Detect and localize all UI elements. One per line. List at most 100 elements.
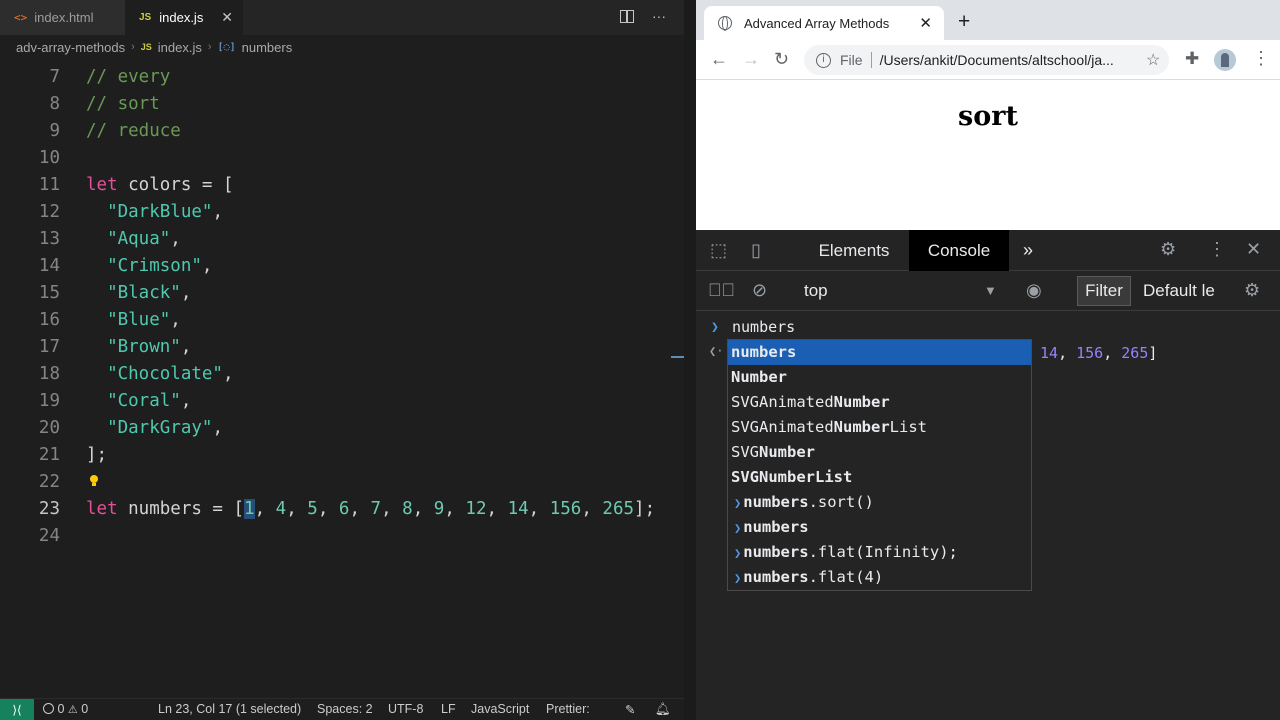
autocomplete-item[interactable]: SVGNumber <box>728 440 1031 465</box>
address-bar[interactable]: i File /Users/ankit/Documents/altschool/… <box>804 45 1169 75</box>
forward-icon[interactable]: → <box>742 49 760 70</box>
close-icon[interactable]: ✕ <box>221 9 233 26</box>
line-number: 11 <box>38 175 60 195</box>
gear-icon[interactable]: ⚙ <box>1244 280 1260 301</box>
tab-console[interactable]: Console <box>909 230 1009 271</box>
lightbulb-icon[interactable] <box>89 475 99 488</box>
code-line: 14 "Crimson", <box>0 253 684 280</box>
breadcrumb-file[interactable]: index.js <box>158 40 202 55</box>
autocomplete-item[interactable]: ❯ numbers.sort() <box>728 490 1031 515</box>
line-number: 20 <box>38 418 60 438</box>
number-literal: 6 <box>338 499 350 519</box>
back-icon[interactable]: ← <box>710 49 728 70</box>
dropdown-arrow-icon[interactable]: ▼ <box>984 283 997 298</box>
scrollbar-marker <box>671 356 684 358</box>
more-tabs-icon[interactable]: » <box>1023 240 1033 261</box>
autocomplete-item[interactable]: numbers <box>728 340 1031 365</box>
line-number: 17 <box>38 337 60 357</box>
code-line: 24 <box>0 523 684 550</box>
string-literal: "Blue" <box>107 310 171 330</box>
line-number: 8 <box>49 94 60 114</box>
code-text: , <box>180 337 192 357</box>
code-editor[interactable]: 7 // every 8 // sort 9 // reduce 10 11 let c… <box>0 64 684 550</box>
kebab-menu-icon[interactable]: ⋮ <box>1208 239 1226 260</box>
number-literal: 12 <box>465 499 487 519</box>
code-text: colors = [ <box>117 175 234 195</box>
number-literal: 7 <box>370 499 382 519</box>
menu-icon[interactable]: ⋮ <box>1252 48 1270 69</box>
code-text: numbers = [ <box>117 499 245 519</box>
line-number: 23 <box>38 499 60 519</box>
close-icon[interactable]: ✕ <box>1246 239 1261 260</box>
filter-input[interactable]: Filter <box>1077 276 1131 306</box>
string-literal: "Chocolate" <box>107 364 223 384</box>
autocomplete-item[interactable]: ❯ numbers <box>728 515 1031 540</box>
feedback-icon[interactable]: ✎ <box>625 702 635 717</box>
keyword: let <box>86 175 118 195</box>
bookmark-star-icon[interactable]: ☆ <box>1146 50 1160 70</box>
close-icon[interactable]: ✕ <box>919 14 932 32</box>
browser-tab-title: Advanced Array Methods <box>744 15 890 31</box>
gear-icon[interactable]: ⚙ <box>1160 239 1176 260</box>
autocomplete-item[interactable]: ❯ numbers.flat(4) <box>728 565 1031 590</box>
autocomplete-item[interactable]: SVGAnimatedNumber <box>728 390 1031 415</box>
tab-index-js[interactable]: JS index.js ✕ <box>125 0 243 35</box>
language-mode[interactable]: JavaScript <box>471 702 529 716</box>
problems-indicator[interactable]: 0 ⚠ 0 <box>43 702 88 716</box>
extensions-icon[interactable]: ✚ <box>1185 49 1199 69</box>
code-line: 9 // reduce <box>0 118 684 145</box>
autocomplete-item[interactable]: SVGNumberList <box>728 465 1031 490</box>
log-levels-dropdown[interactable]: Default le <box>1143 281 1219 301</box>
more-actions-icon[interactable]: ··· <box>652 8 666 24</box>
end-of-line[interactable]: LF <box>441 702 456 716</box>
line-number: 18 <box>38 364 60 384</box>
sidebar-toggle-icon[interactable]: ▸⃞ <box>708 280 735 301</box>
new-tab-icon[interactable]: + <box>958 10 970 34</box>
code-text: , <box>212 202 223 222</box>
comment: // reduce <box>86 121 181 141</box>
result-arrow-icon: ❮· <box>709 344 724 358</box>
formatter[interactable]: Prettier: <box>546 702 590 716</box>
breadcrumb-folder[interactable]: adv-array-methods <box>16 40 125 55</box>
reload-icon[interactable]: ↻ <box>774 49 789 70</box>
device-toolbar-icon[interactable]: ▯ <box>751 240 761 261</box>
indentation[interactable]: Spaces: 2 <box>317 702 373 716</box>
chevron-right-icon: › <box>131 41 135 53</box>
autocomplete-item[interactable]: SVGAnimatedNumberList <box>728 415 1031 440</box>
code-line: 19 "Coral", <box>0 388 684 415</box>
line-number: 13 <box>38 229 60 249</box>
code-text: , <box>170 229 181 249</box>
breadcrumb-symbol[interactable]: numbers <box>242 40 293 55</box>
context-selector[interactable]: top <box>804 281 828 301</box>
console-input[interactable]: numbers <box>732 318 795 336</box>
autocomplete-item[interactable]: Number <box>728 365 1031 390</box>
console-toolbar: ▸⃞ ⊘ top ▼ ◉ Filter Default le ⚙ <box>696 271 1280 311</box>
js-file-icon: JS <box>140 42 152 52</box>
history-chevron-icon: ❯ <box>734 521 742 535</box>
clear-console-icon[interactable]: ⊘ <box>752 280 767 301</box>
error-count: 0 <box>57 702 65 716</box>
info-icon[interactable]: i <box>816 52 831 68</box>
autocomplete-item[interactable]: ❯ numbers.flat(Infinity); <box>728 540 1031 565</box>
tab-index-html[interactable]: <> index.html <box>0 0 125 35</box>
browser-tab[interactable]: Advanced Array Methods ✕ <box>704 6 944 40</box>
bell-icon[interactable]: 🔔︎ <box>655 702 671 717</box>
editor-actions: ··· <box>620 8 666 24</box>
status-bar: ⟩⟨ 0 ⚠ 0 Ln 23, Col 17 (1 selected) Spac… <box>0 698 684 720</box>
code-line: 12 "DarkBlue", <box>0 199 684 226</box>
split-editor-icon[interactable] <box>620 10 634 23</box>
number-array: 1, 4, 5, 6, 7, 8, 9, 12, 14, 156, 265 <box>244 499 635 519</box>
eye-icon[interactable]: ◉ <box>1026 280 1042 301</box>
tab-label: index.html <box>34 10 94 25</box>
encoding[interactable]: UTF-8 <box>388 702 423 716</box>
cursor-position[interactable]: Ln 23, Col 17 (1 selected) <box>158 702 301 716</box>
avatar[interactable] <box>1214 49 1236 71</box>
tab-elements[interactable]: Elements <box>804 230 904 271</box>
code-text: , <box>201 256 213 276</box>
html-file-icon: <> <box>14 11 28 24</box>
result-number: 265 <box>1121 344 1149 362</box>
code-line: 15 "Black", <box>0 280 684 307</box>
history-chevron-icon: ❯ <box>734 546 742 560</box>
remote-icon[interactable]: ⟩⟨ <box>0 699 34 720</box>
inspect-element-icon[interactable]: ⬚ <box>710 240 727 261</box>
